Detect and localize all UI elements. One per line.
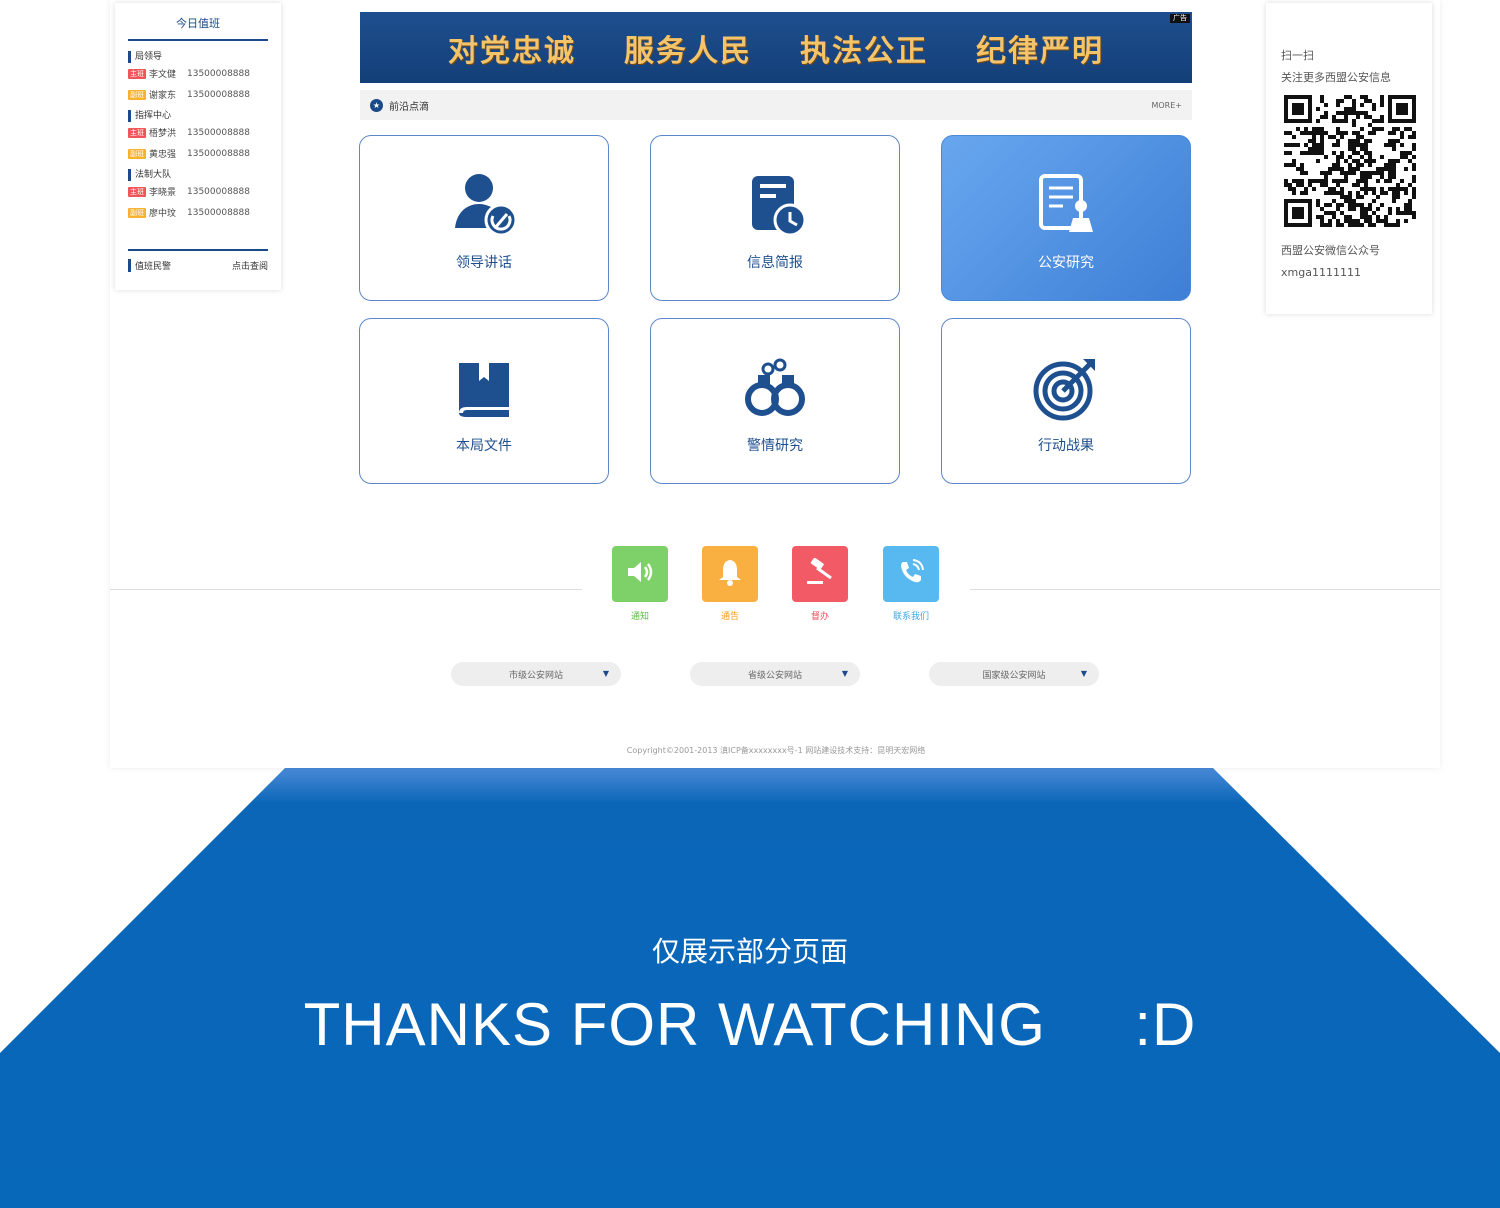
- phone-icon: [897, 558, 925, 590]
- tile-bureau-files[interactable]: 本局文件: [359, 318, 609, 484]
- quick-label: 通告: [720, 612, 739, 622]
- tile-label: 信息简报: [747, 255, 803, 271]
- qr-scan-text: 扫一扫: [1281, 49, 1314, 62]
- caret-down-icon: ▼: [841, 669, 848, 678]
- contact-button[interactable]: [883, 546, 939, 602]
- duty-view-link[interactable]: 点击查阅: [232, 259, 268, 272]
- target-icon: [1031, 353, 1101, 423]
- duty-name: 李文健: [149, 70, 177, 80]
- duty-phone: 13500008888: [187, 68, 250, 79]
- speaker-icon: [626, 559, 654, 589]
- qr-account-name: 西盟公安微信公众号: [1281, 244, 1380, 257]
- bureau-files-icon: [449, 353, 519, 423]
- duty-tag: 主班: [128, 127, 146, 138]
- duty-section-label: 局领导: [128, 51, 268, 63]
- duty-name: 梧梦洪: [149, 129, 177, 139]
- province-site-select[interactable]: 省级公安网站 ▼: [690, 662, 860, 686]
- info-brief-icon: [740, 170, 810, 240]
- duty-section-label: 指挥中心: [128, 110, 268, 122]
- duty-name: 黄忠强: [149, 150, 177, 160]
- banner-slogan: 服务人民: [624, 33, 752, 69]
- select-value: 省级公安网站: [747, 670, 802, 681]
- copyright: Copyright©2001-2013 滇ICP备xxxxxxxx号-1 网站建…: [626, 746, 926, 755]
- notice-button[interactable]: [612, 546, 668, 602]
- leader-speech-icon: [449, 170, 519, 240]
- duty-row: 副班 廖中玟 13500008888: [128, 202, 268, 223]
- select-value: 市级公安网站: [508, 670, 563, 681]
- duty-footer-label: 值班民警: [128, 259, 171, 272]
- more-link[interactable]: MORE+: [1151, 101, 1182, 110]
- quick-label: 联系我们: [892, 612, 929, 622]
- slogan-banner[interactable]: 对党忠诚 服务人民 执法公正 纪律严明 广告: [360, 12, 1192, 83]
- ad-badge: 广告: [1170, 14, 1190, 23]
- tile-info-brief[interactable]: 信息简报: [650, 135, 900, 301]
- duty-tag: 主班: [128, 68, 146, 79]
- duty-phone: 13500008888: [187, 127, 250, 138]
- tile-label: 本局文件: [456, 438, 512, 454]
- tile-label: 公安研究: [1038, 255, 1094, 271]
- section-header: ★ 前沿点滴 MORE+: [360, 90, 1192, 120]
- announcement-button[interactable]: [702, 546, 758, 602]
- duty-name: 廖中玟: [149, 209, 177, 219]
- handcuffs-icon: [740, 353, 810, 423]
- qr-code: [1284, 95, 1416, 227]
- select-value: 国家级公安网站: [982, 670, 1046, 681]
- quick-label: 督办: [810, 612, 829, 622]
- gavel-icon: [805, 557, 835, 590]
- duty-phone: 13500008888: [187, 207, 250, 218]
- section-title: 前沿点滴: [389, 101, 429, 113]
- tile-police-research[interactable]: 公安研究: [941, 135, 1191, 301]
- tile-leader-speech[interactable]: 领导讲话: [359, 135, 609, 301]
- banner-slogan: 执法公正: [800, 33, 928, 69]
- star-icon: ★: [370, 98, 383, 112]
- tile-label: 行动战果: [1038, 438, 1094, 454]
- bottom-thanks: THANKS FOR WATCHING :D: [303, 991, 1197, 1058]
- duty-row: 主班 李晓景 13500008888: [128, 181, 268, 202]
- caret-down-icon: ▼: [602, 669, 609, 678]
- duty-footer: 值班民警 点击查阅: [128, 249, 268, 272]
- supervise-button[interactable]: [792, 546, 848, 602]
- duty-section-label: 法制大队: [128, 169, 268, 181]
- caret-down-icon: ▼: [1080, 669, 1087, 678]
- bell-icon: [717, 558, 743, 590]
- city-site-select[interactable]: 市级公安网站 ▼: [451, 662, 621, 686]
- national-site-select[interactable]: 国家级公安网站 ▼: [929, 662, 1099, 686]
- qr-account-id: xmga1111111: [1281, 266, 1361, 279]
- tile-action-results[interactable]: 行动战果: [941, 318, 1191, 484]
- banner-slogan: 对党忠诚: [448, 33, 576, 69]
- duty-row: 副班 谢家东 13500008888: [128, 84, 268, 105]
- divider-line: [970, 589, 1440, 590]
- tile-case-research[interactable]: 警情研究: [650, 318, 900, 484]
- quick-label: 通知: [630, 612, 649, 622]
- duty-tag: 主班: [128, 186, 146, 197]
- duty-phone: 13500008888: [187, 89, 250, 100]
- duty-tag: 副班: [128, 148, 146, 159]
- police-research-icon: [1031, 170, 1101, 240]
- bottom-note: 仅展示部分页面: [651, 935, 848, 968]
- duty-panel: 今日值班 局领导 主班 李文健 13500008888 副班 谢家东 13500…: [115, 3, 281, 290]
- duty-row: 主班 李文健 13500008888: [128, 63, 268, 84]
- duty-title: 今日值班: [128, 3, 268, 41]
- tile-label: 领导讲话: [456, 255, 512, 271]
- duty-phone: 13500008888: [187, 186, 250, 197]
- duty-row: 副班 黄忠强 13500008888: [128, 143, 268, 164]
- bottom-blue-background: [0, 768, 1500, 1208]
- duty-name: 李晓景: [149, 188, 177, 198]
- tile-label: 警情研究: [747, 438, 803, 454]
- duty-row: 主班 梧梦洪 13500008888: [128, 122, 268, 143]
- qr-follow-text: 关注更多西盟公安信息: [1281, 71, 1391, 84]
- duty-name: 谢家东: [149, 91, 177, 101]
- duty-phone: 13500008888: [187, 148, 250, 159]
- banner-slogan: 纪律严明: [976, 33, 1104, 69]
- duty-tag: 副班: [128, 207, 146, 218]
- qr-panel: 扫一扫 关注更多西盟公安信息 西盟公安微信公众号 xmga1111111: [1266, 3, 1432, 314]
- duty-tag: 副班: [128, 89, 146, 100]
- divider-line: [110, 589, 582, 590]
